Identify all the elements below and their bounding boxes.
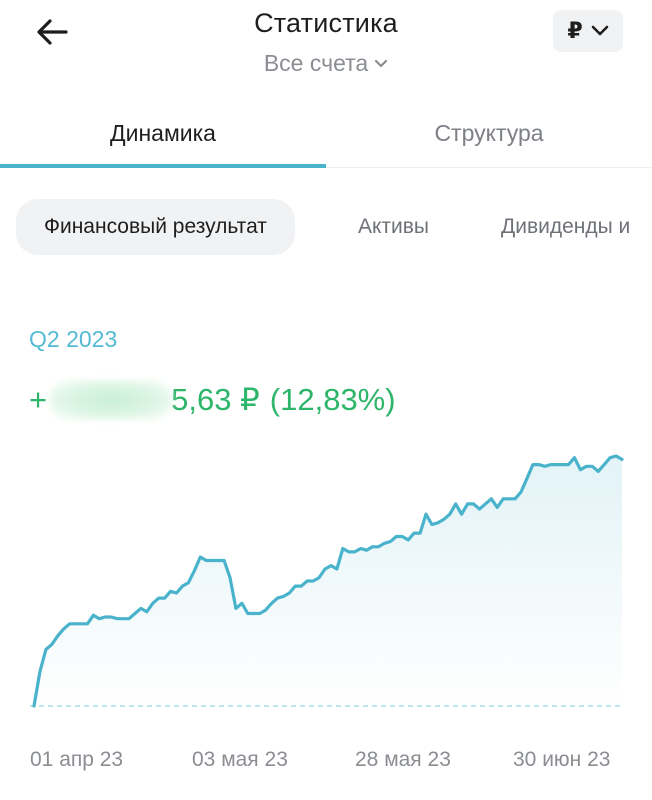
chip-financial-result[interactable]: Финансовый результат bbox=[16, 199, 295, 255]
performance-chart-svg bbox=[30, 454, 624, 708]
x-tick-label: 03 мая 23 bbox=[192, 748, 288, 771]
chevron-down-icon bbox=[591, 25, 608, 36]
financial-result-value: + 5,63 ₽ (12,83%) bbox=[29, 378, 396, 422]
active-tab-indicator bbox=[0, 164, 326, 168]
chip-dividends[interactable]: Дивиденды и bbox=[501, 199, 630, 255]
chart-area-fill bbox=[34, 456, 622, 706]
tab-dynamics[interactable]: Динамика bbox=[0, 100, 326, 166]
x-tick-label: 28 мая 23 bbox=[355, 748, 451, 771]
result-amount: 5,63 ₽ bbox=[171, 382, 260, 417]
x-tick-label: 30 июн 23 bbox=[513, 748, 611, 771]
account-selector[interactable]: Все счета bbox=[0, 50, 652, 77]
chip-assets[interactable]: Активы bbox=[358, 199, 429, 255]
x-tick-label: 01 апр 23 bbox=[30, 748, 124, 771]
currency-symbol: ₽ bbox=[567, 18, 583, 43]
account-selector-label: Все счета bbox=[263, 50, 369, 76]
chevron-down-icon bbox=[375, 59, 388, 67]
performance-chart[interactable] bbox=[0, 440, 652, 730]
currency-selector-button[interactable]: ₽ bbox=[553, 10, 623, 52]
hidden-amount-blur bbox=[49, 380, 174, 420]
statistics-screen: Статистика Все счета ₽ Динамика Структур… bbox=[0, 0, 652, 800]
tab-structure[interactable]: Структура bbox=[326, 100, 652, 166]
result-percent: (12,83%) bbox=[269, 382, 396, 417]
result-sign: + bbox=[29, 382, 48, 417]
period-label: Q2 2023 bbox=[29, 326, 118, 352]
